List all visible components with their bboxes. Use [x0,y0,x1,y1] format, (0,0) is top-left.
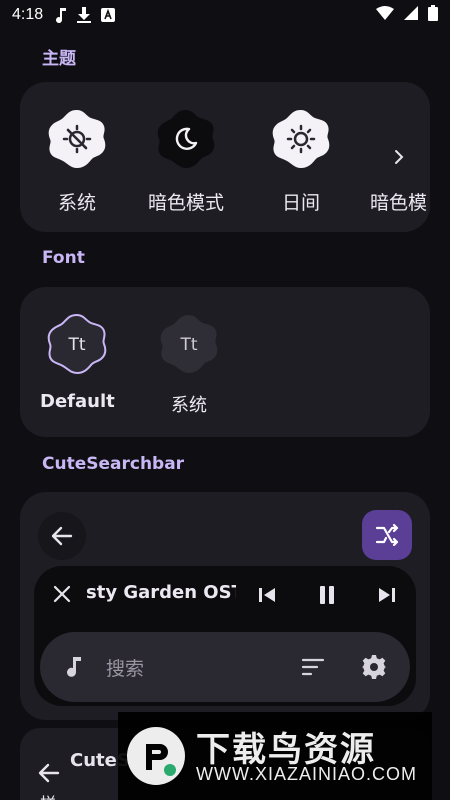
arrow-left-icon [51,526,73,546]
watermark-url: WWW.XIAZAINIAO.COM [196,764,417,784]
font-glyph-text: Tt [179,335,197,355]
track-title: sty Garden OST [86,582,236,603]
pause-button[interactable] [314,582,340,608]
skip-next-icon [379,588,395,602]
music-note-icon [55,7,67,23]
back-button[interactable] [38,512,86,560]
font-option-label: Default [40,391,115,412]
sort-icon [301,658,325,676]
lower-preview-extra: 样 [40,790,56,800]
font-card: Tt Default Tt 系统 [20,287,430,437]
status-time: 4:18 [12,6,44,23]
theme-option-label: 暗色模 [370,192,428,214]
back-button[interactable] [34,758,64,788]
cellular-icon [404,6,418,24]
chevron-right-icon[interactable] [386,144,412,170]
sort-button[interactable] [300,654,326,680]
moon-icon [157,110,215,168]
download-icon [77,7,92,23]
theme-section-title: 主题 [42,49,76,69]
battery-icon [428,5,438,25]
theme-card: 系统 暗色模式 日间 暗色模 [20,82,430,232]
gear-icon [362,655,386,679]
theme-option-light[interactable]: 日间 [270,108,332,215]
watermark-logo-icon [127,727,185,785]
a-badge-icon [101,8,116,22]
skip-previous-button[interactable] [254,582,280,608]
settings-button[interactable] [360,653,388,681]
arrow-left-icon [38,763,60,783]
close-icon [53,585,71,603]
font-glyph-icon: Tt [160,315,218,373]
sun-icon [272,110,330,168]
font-glyph-icon: Tt [48,313,107,375]
theme-option-label: 日间 [281,192,320,214]
system-theme-icon [48,110,106,168]
font-option-default[interactable]: Tt Default [40,313,115,412]
theme-option-dark[interactable]: 暗色模式 [148,108,224,215]
search-placeholder[interactable]: 搜索 [106,654,144,681]
searchbar-section-title: CuteSearchbar [42,454,185,474]
font-option-label: 系统 [171,395,207,416]
shuffle-icon [375,524,399,546]
pause-icon [320,586,334,604]
player-row: sty Garden OST [34,566,416,622]
music-note-icon [62,654,88,680]
skip-next-button[interactable] [374,582,400,608]
wifi-icon [376,6,394,24]
font-glyph-text: Tt [68,335,86,355]
skip-previous-icon [259,588,275,602]
theme-option-system[interactable]: 系统 [46,108,108,215]
status-bar: 4:18 [0,0,450,30]
shuffle-button[interactable] [362,510,412,560]
close-button[interactable] [50,582,74,606]
font-section-title: Font [42,248,85,268]
font-option-system[interactable]: Tt 系统 [158,313,220,417]
theme-option-label: 暗色模式 [148,192,225,214]
search-bar[interactable]: 搜索 [40,632,410,702]
theme-option-label: 系统 [57,192,96,214]
watermark: 下载鸟资源 WWW.XIAZAINIAO.COM [118,712,432,800]
theme-option-partial[interactable]: 暗色模 [370,188,427,215]
